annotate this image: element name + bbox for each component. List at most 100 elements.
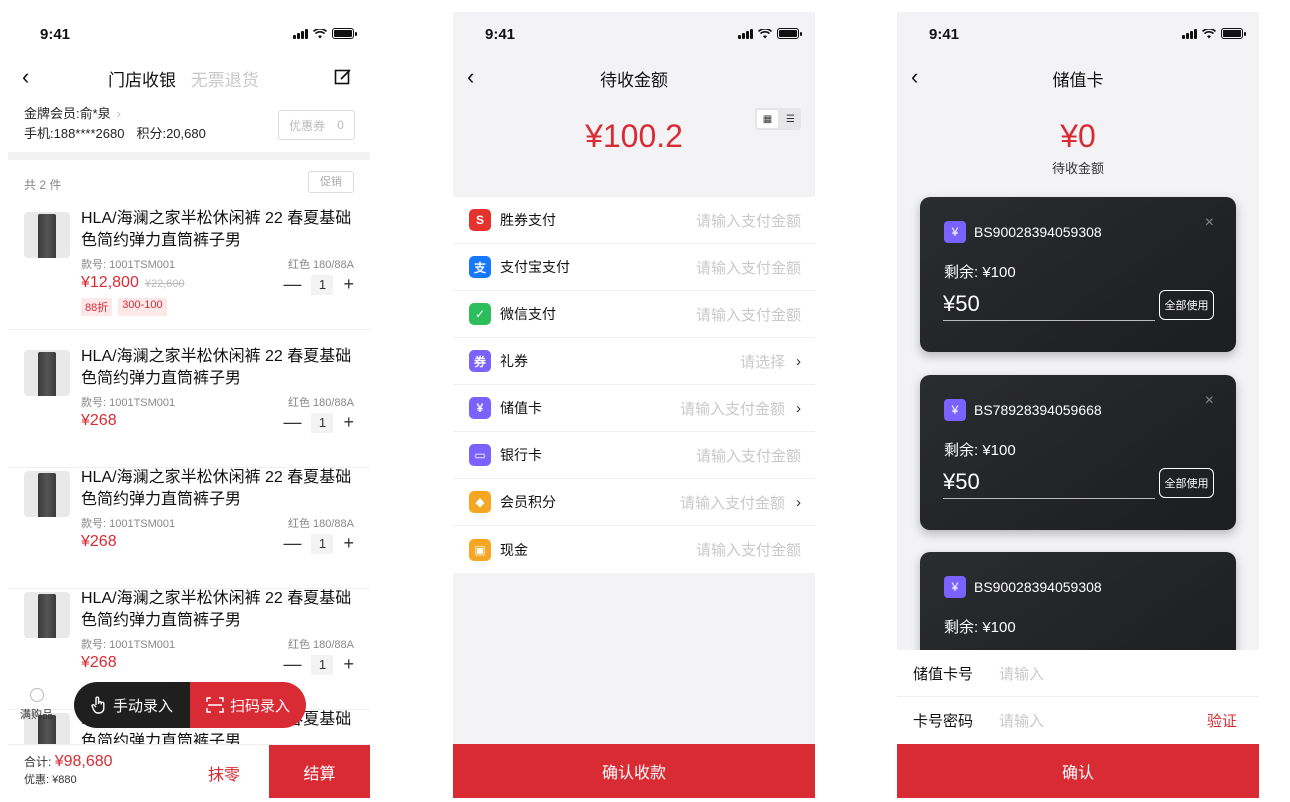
minus-icon[interactable]: — [283, 412, 301, 433]
battery-icon [332, 28, 357, 39]
quantity-value[interactable]: 1 [311, 654, 334, 675]
product-price: ¥268 [81, 412, 117, 429]
minus-icon[interactable]: — [283, 533, 301, 554]
edit-icon[interactable] [334, 68, 352, 86]
close-icon[interactable]: × [1205, 214, 1214, 232]
manual-entry-button[interactable]: 手动录入 [74, 682, 190, 728]
payment-amount-input[interactable]: 请输入支付金额 [696, 257, 801, 278]
card-balance: 剩余: ¥100 [944, 619, 1016, 636]
promo-button[interactable]: 促销 [308, 171, 354, 193]
card-icon: ¥ [944, 221, 966, 243]
product-spec: 红色 180/88A [287, 518, 354, 530]
quantity-value[interactable]: 1 [311, 533, 334, 554]
payment-method-label: 礼券 [500, 353, 528, 369]
scan-icon [206, 697, 224, 713]
coupon-button[interactable]: 优惠券 0 [278, 110, 355, 140]
payment-amount-input[interactable]: 请输入支付金额 [680, 398, 785, 419]
member-name: 金牌会员:俞*泉 [24, 106, 111, 121]
pending-amount: ¥100.2 [585, 118, 683, 154]
product-price: ¥12,800 [81, 274, 139, 291]
status-bar: 9:41 [453, 12, 815, 56]
total-amount: ¥98,680 [54, 753, 113, 770]
scan-entry-label: 扫码录入 [229, 697, 290, 715]
member-points: 积分:20,680 [136, 126, 206, 141]
chevron-right-icon: › [796, 352, 801, 370]
card-number-input[interactable]: 请输入 [999, 663, 1044, 684]
checkout-footer: 合计: ¥98,680 优惠: ¥880 抹零 结算 [8, 744, 370, 798]
payment-method-label: 胜券支付 [500, 212, 556, 228]
verify-button[interactable]: 验证 [1207, 710, 1237, 731]
chevron-right-icon: › [796, 493, 801, 511]
confirm-payment-button[interactable]: 确认收款 [453, 744, 815, 798]
plus-icon[interactable]: + [343, 274, 354, 295]
scan-entry-button[interactable]: 扫码录入 [190, 682, 306, 728]
screen-stored-value-card: 9:41 ‹ 储值卡 ¥0 待收金额 ¥ BS90028394059308 剩余: … [897, 12, 1259, 798]
plus-icon[interactable]: + [343, 654, 354, 675]
payment-method-icon: ▭ [469, 444, 491, 466]
card-amount-input[interactable]: ¥50 [943, 291, 1155, 321]
card-amount-input[interactable]: ¥50 [943, 469, 1155, 499]
back-icon[interactable]: ‹ [22, 64, 29, 90]
status-icons [293, 28, 357, 39]
tab-store-checkout[interactable]: 门店收银 [108, 71, 176, 90]
confirm-button[interactable]: 确认 [897, 744, 1259, 798]
full-gift-label: 满购品 [20, 709, 53, 721]
payment-amount-input[interactable]: 请输入支付金额 [696, 445, 801, 466]
total-block: 合计: ¥98,680 优惠: ¥880 [24, 753, 113, 789]
use-all-button[interactable]: 全部使用 [1159, 290, 1214, 320]
full-gift-toggle[interactable]: 满购品 [20, 688, 53, 722]
plus-icon[interactable]: + [343, 412, 354, 433]
pending-amount-label: 待收金额 [1051, 161, 1104, 176]
payment-amount-input[interactable]: 请输入支付金额 [696, 539, 801, 560]
payment-method-list: S 胜券支付 请输入支付金额支支付宝支付 请输入支付金额 ✓ 微信支付 请输入支付金额券礼券… [453, 197, 815, 573]
member-info[interactable]: 金牌会员:俞*泉 › 手机:188****2680 积分:20,680 [24, 104, 206, 144]
checkout-button[interactable]: 结算 [269, 745, 370, 798]
product-price: ¥268 [81, 533, 117, 550]
signal-icon [293, 29, 308, 39]
payment-method-row[interactable]: ¥ 储值卡 请输入支付金额 › [453, 385, 815, 432]
payment-method-row[interactable]: ▣ 现金 请输入支付金额 [453, 526, 815, 573]
use-all-button[interactable]: 全部使用 [1159, 468, 1214, 498]
entry-bar: 手动录入 扫码录入 [74, 682, 306, 728]
discount-tags: 88折 300-100 [81, 298, 167, 316]
payment-method-row[interactable]: S 胜券支付 请输入支付金额 [453, 197, 815, 244]
product-row[interactable]: HLA/海澜之家半松休闲裤 22 春夏基础色简约弹力直筒裤子男 款号: 1001T… [8, 467, 370, 589]
nav-bar: ‹ 门店收银 无票退货 [8, 56, 370, 96]
quantity-value[interactable]: 1 [311, 412, 334, 433]
divider [8, 152, 370, 160]
status-time: 9:41 [929, 26, 960, 43]
product-row[interactable]: HLA/海澜之家半松休闲裤 22 春夏基础色简约弹力直筒裤子男 款号: 1001T… [8, 208, 370, 330]
tab-no-receipt-return[interactable]: 无票退货 [191, 71, 259, 90]
card-number: BS78928394059668 [974, 402, 1102, 418]
payment-amount-input[interactable]: 请输入支付金额 [696, 210, 801, 231]
round-off-button[interactable]: 抹零 [208, 761, 240, 785]
coupon-label: 优惠券 [289, 118, 326, 133]
coupon-count: 0 [337, 118, 344, 132]
card-icon: ¥ [944, 576, 966, 598]
payment-amount-input[interactable]: 请输入支付金额 [696, 304, 801, 325]
payment-method-icon: ▣ [469, 538, 491, 561]
payment-method-row[interactable]: ✓ 微信支付 请输入支付金额 [453, 291, 815, 338]
payment-method-row[interactable]: 支支付宝支付 请输入支付金额 [453, 244, 815, 291]
wifi-icon [1202, 29, 1216, 39]
payment-amount-input[interactable]: 请输入支付金额 [680, 492, 785, 513]
status-icons [738, 28, 802, 39]
payment-method-row[interactable]: 券礼券 请选择 › [453, 338, 815, 385]
discount-tag: 300-100 [118, 298, 167, 316]
payment-method-row[interactable]: ◆ 会员积分 请输入支付金额 › [453, 479, 815, 526]
card-password-input[interactable]: 请输入 [999, 710, 1044, 731]
product-sku: 款号: 1001TSM001 [81, 639, 176, 651]
minus-icon[interactable]: — [283, 654, 301, 675]
payment-amount-input[interactable]: 请选择 [740, 351, 785, 372]
plus-icon[interactable]: + [343, 533, 354, 554]
product-row[interactable]: HLA/海澜之家半松休闲裤 22 春夏基础色简约弹力直筒裤子男 款号: 1001T… [8, 346, 370, 468]
wifi-icon [758, 29, 772, 39]
close-icon[interactable]: × [1205, 392, 1214, 410]
quantity-stepper: — 1 + [283, 533, 354, 554]
minus-icon[interactable]: — [283, 274, 301, 295]
payment-method-icon: 券 [469, 350, 491, 372]
payment-method-row[interactable]: ▭ 银行卡 请输入支付金额 [453, 432, 815, 479]
product-sku: 款号: 1001TSM001 [81, 518, 176, 530]
card-number-label: 储值卡号 [913, 665, 974, 683]
quantity-value[interactable]: 1 [311, 274, 334, 295]
